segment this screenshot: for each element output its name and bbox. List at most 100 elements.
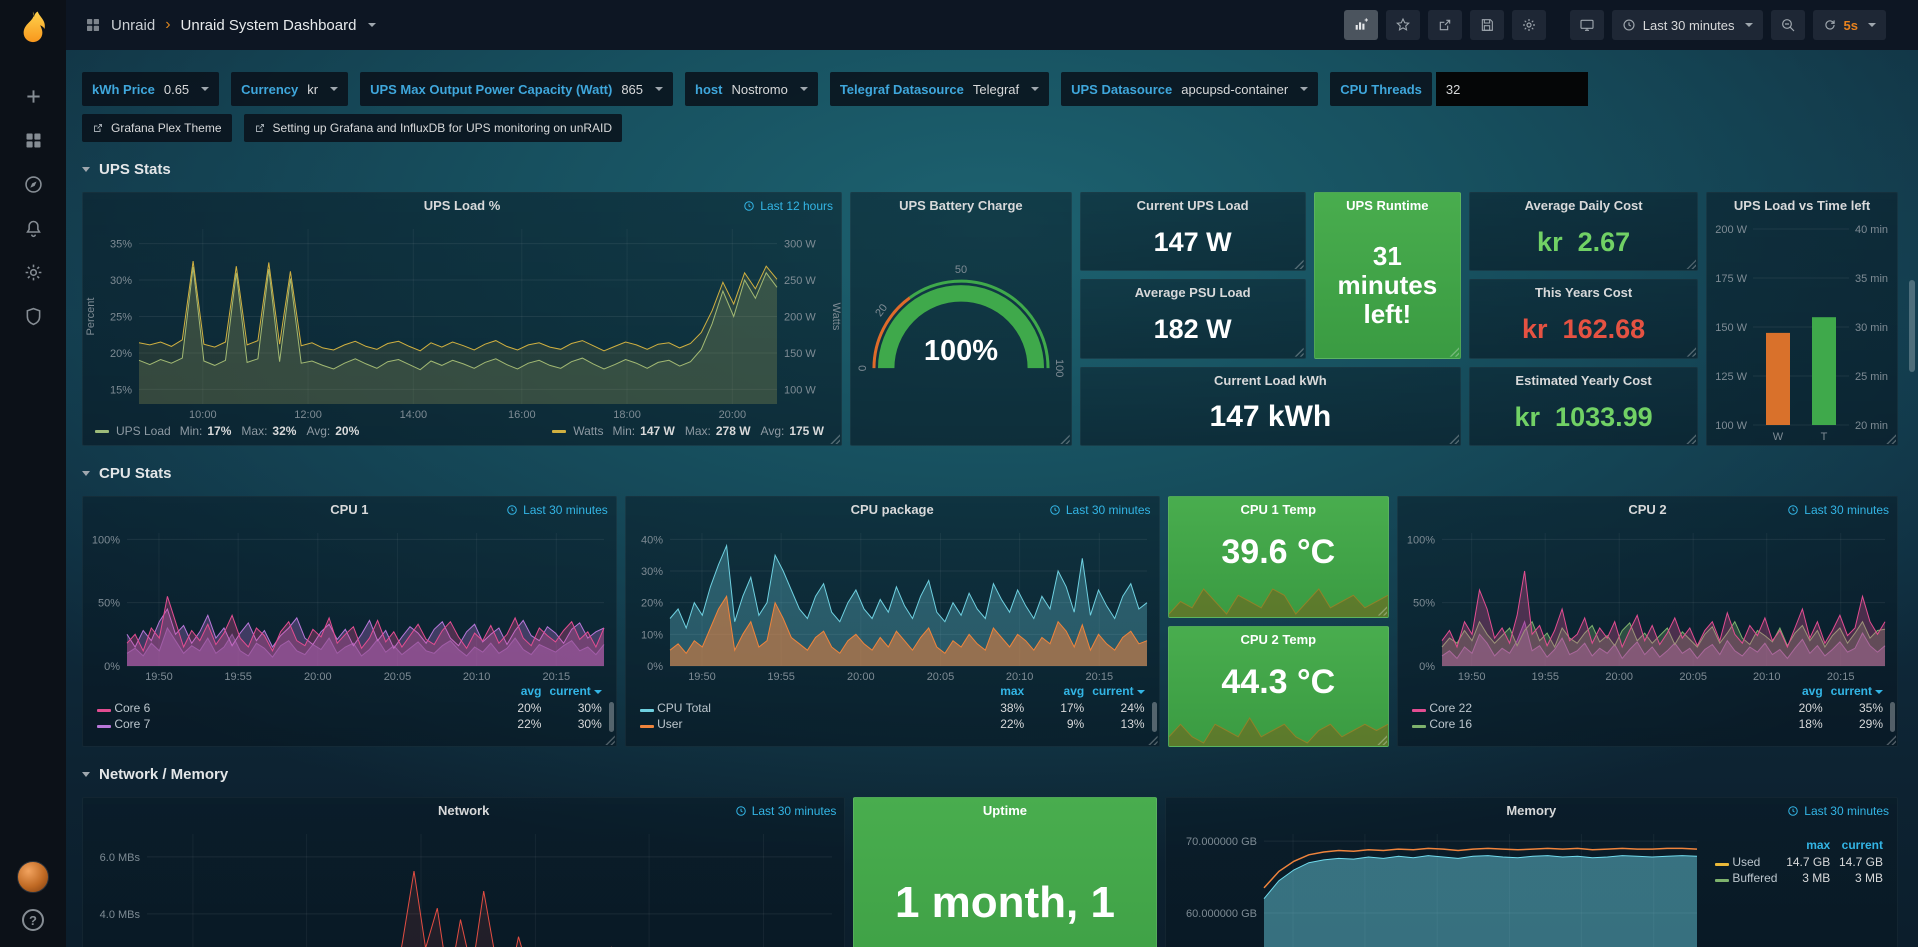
legend-row[interactable]: CPU Total38%17%24% [636,700,1149,716]
cpu1-chart[interactable]: 0%50%100%19:5019:5520:0020:0520:1020:15 [83,523,616,684]
legend-item[interactable]: WattsMin:147 WMax:278 WAvg:175 W [552,424,829,438]
legend-row[interactable]: Core 722%30% [93,716,606,732]
panel-title[interactable]: Uptime [854,798,1155,824]
legend-row[interactable]: Core 2220%35% [1408,700,1887,716]
legend-col-current[interactable]: current [1088,684,1148,700]
svg-text:4.0 MBs: 4.0 MBs [100,909,141,921]
zoom-out-button[interactable] [1771,10,1805,40]
sidebar-item-explore[interactable] [11,163,55,205]
legend-row[interactable]: Core 1618%29% [1408,716,1887,732]
variable-kwh-price[interactable]: kWh Price0.65 [82,72,219,106]
grafana-logo[interactable] [13,9,53,49]
panel-title[interactable]: Average Daily Cost [1470,193,1697,219]
sidebar-item-server-admin[interactable] [11,295,55,337]
variable-telegraf-datasource[interactable]: Telegraf DatasourceTelegraf [830,72,1049,106]
panel-title[interactable]: Average PSU Load [1081,280,1305,306]
stat-value: 182 W [1081,306,1305,357]
panel-title[interactable]: CPU 1 Temp [1169,497,1388,523]
share-button[interactable] [1428,10,1462,40]
dashboard-link-ups-guide[interactable]: Setting up Grafana and InfluxDB for UPS … [244,114,623,142]
user-avatar[interactable] [17,861,49,893]
time-range-badge: Last 30 minutes [506,497,608,523]
panel-cpu-package: CPU package Last 30 minutes 0%10%20%30%4… [625,496,1160,747]
clock-icon [1622,18,1636,32]
ups-bars-chart[interactable]: 100 W125 W150 W175 W200 W20 min25 min30 … [1707,219,1897,445]
network-chart[interactable]: 2.0 MBs4.0 MBs6.0 MBs [83,824,844,947]
variables-row: kWh Price0.65 Currencykr UPS Max Output … [82,72,1898,106]
legend-col-current[interactable]: current [1827,684,1887,700]
panel-title[interactable]: Current UPS Load [1081,193,1305,219]
legend-scrollbar[interactable] [609,702,614,732]
cpu-threads-input[interactable] [1436,72,1588,106]
panel-title[interactable]: This Years Cost [1470,280,1697,306]
legend-col-max[interactable]: max [1781,838,1834,854]
panel-cpu1: CPU 1 Last 30 minutes 0%50%100%19:5019:5… [82,496,617,747]
legend-col-current[interactable]: current [1834,838,1887,854]
legend-row[interactable]: Core 620%30% [93,700,606,716]
battery-gauge[interactable]: 02050100100% [851,219,1071,445]
cpu-package-chart[interactable]: 0%10%20%30%40%19:5019:5520:0020:0520:102… [626,523,1159,684]
sidebar-item-create[interactable] [11,75,55,117]
breadcrumb-dashboard-title[interactable]: Unraid System Dashboard [181,17,357,34]
variable-host[interactable]: hostNostromo [685,72,818,106]
add-panel-button[interactable] [1344,10,1378,40]
variable-cpu-threads-label: CPU Threads [1330,72,1432,106]
cycle-view-monitor-button[interactable] [1570,10,1604,40]
chevron-down-icon[interactable] [368,23,376,27]
stat-value: 147 kWh [1081,394,1460,445]
ups-load-chart[interactable]: 15%20%25%30%35%100 W150 W200 W250 W300 W… [83,219,841,422]
section-header-cpu-stats[interactable]: CPU Stats [82,458,1898,488]
section-header-ups-stats[interactable]: UPS Stats [82,154,1898,184]
settings-gear-button[interactable] [1512,10,1546,40]
legend-row[interactable]: Buffered3 MB3 MB [1711,870,1887,886]
panel-title[interactable]: Network [83,798,844,824]
legend-row[interactable]: User22%9%13% [636,716,1149,732]
svg-text:10:00: 10:00 [189,409,217,421]
panel-title[interactable]: Estimated Yearly Cost [1470,368,1697,394]
panel-title[interactable]: UPS Runtime [1315,193,1460,219]
sidebar-item-configuration[interactable] [11,251,55,293]
legend-row[interactable]: Used14.7 GB14.7 GB [1711,854,1887,870]
panel-title[interactable]: UPS Battery Charge [851,193,1071,219]
legend-col-current[interactable]: current [545,684,605,700]
panel-title[interactable]: CPU 2 Temp [1169,627,1388,653]
refresh-icon [1823,18,1837,32]
svg-text:20:00: 20:00 [719,409,747,421]
svg-text:125 W: 125 W [1715,371,1747,383]
memory-chart[interactable]: 50.000000 GB60.000000 GB70.000000 GB [1166,824,1707,947]
dashboard-link-plex-theme[interactable]: Grafana Plex Theme [82,114,232,142]
svg-text:100 W: 100 W [784,384,816,396]
help-icon[interactable]: ? [22,909,44,931]
sidebar-item-alerting[interactable] [11,207,55,249]
variable-ups-max-output[interactable]: UPS Max Output Power Capacity (Watt)865 [360,72,673,106]
stat-value: kr 2.67 [1470,219,1697,270]
panel-title[interactable]: UPS Load vs Time left [1707,193,1897,219]
refresh-picker[interactable]: 5s [1813,10,1886,40]
legend-item[interactable]: UPS LoadMin:17%Max:32%Avg:20% [95,424,364,438]
cpu2-chart[interactable]: 0%50%100%19:5019:5520:0020:0520:1020:15 [1398,523,1897,684]
svg-text:150 W: 150 W [784,348,816,360]
section-header-network-memory[interactable]: Network / Memory [82,759,1898,789]
legend-col-avg[interactable]: avg [485,684,545,700]
legend-col-max[interactable]: max [968,684,1028,700]
legend-scrollbar[interactable] [1890,702,1895,732]
panel-title[interactable]: UPS Load % [83,193,841,219]
time-range-picker[interactable]: Last 30 minutes [1612,10,1763,40]
panel-uptime: Uptime 1 month, 1 [853,797,1156,947]
save-button[interactable] [1470,10,1504,40]
page-scrollbar-thumb[interactable] [1909,280,1915,372]
dashboard-grid-icon[interactable] [84,16,102,34]
svg-text:0%: 0% [104,661,120,673]
star-button[interactable] [1386,10,1420,40]
legend-col-avg[interactable]: avg [1028,684,1088,700]
breadcrumb-folder[interactable]: Unraid [111,17,155,34]
legend-scrollbar[interactable] [1152,702,1157,732]
variable-currency[interactable]: Currencykr [231,72,348,106]
svg-text:20:00: 20:00 [304,671,332,683]
sidebar-item-dashboards[interactable] [11,119,55,161]
svg-text:20:00: 20:00 [847,671,875,683]
panel-title[interactable]: Current Load kWh [1081,368,1460,394]
variable-ups-datasource[interactable]: UPS Datasourceapcupsd-container [1061,72,1318,106]
stat-value: 39.6 °C [1169,523,1388,583]
legend-col-avg[interactable]: avg [1767,684,1827,700]
